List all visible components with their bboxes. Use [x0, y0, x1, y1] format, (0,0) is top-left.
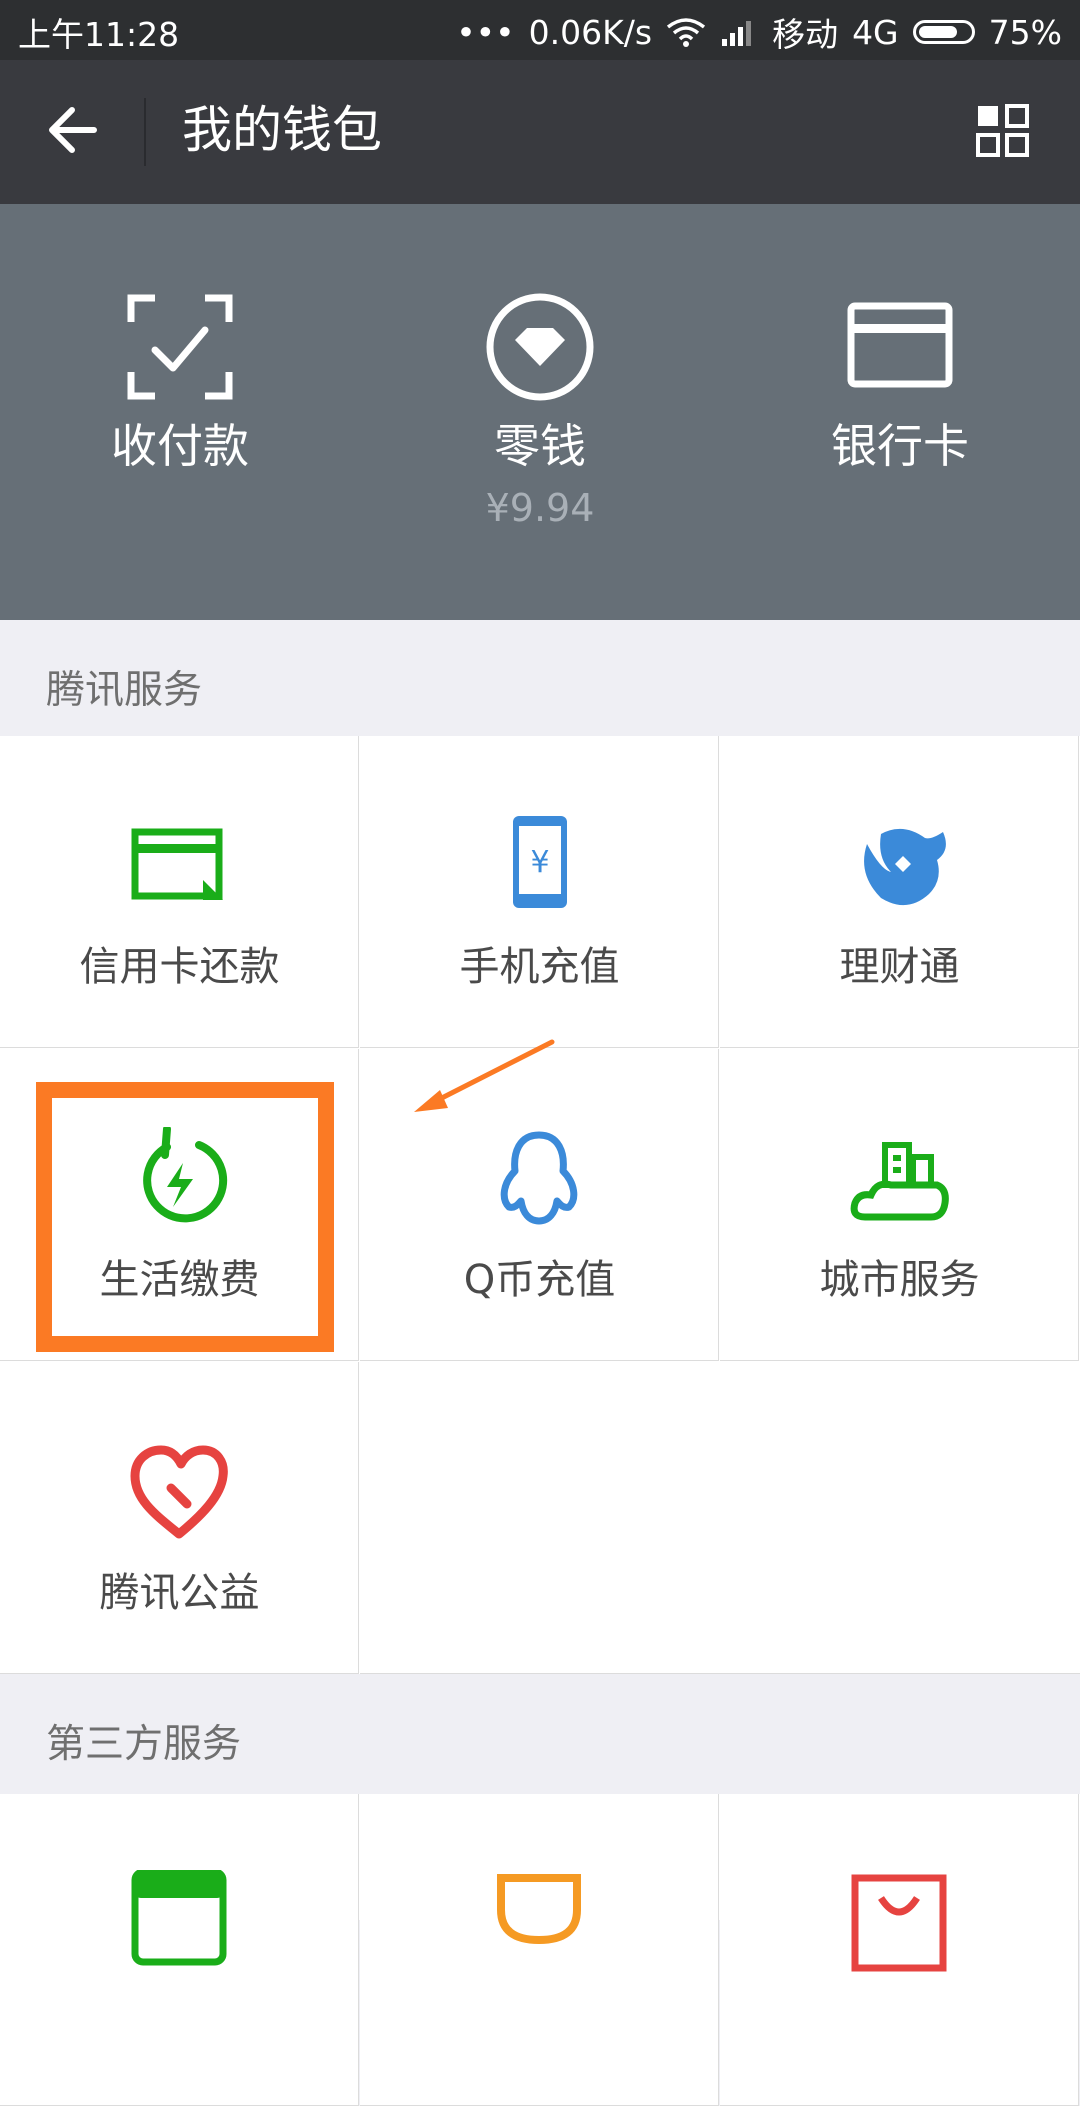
change-label: 零钱: [494, 419, 586, 473]
carrier-name: 移动: [772, 15, 839, 54]
change-button[interactable]: 零钱 ¥9.94: [360, 204, 720, 620]
app-bar-divider: [144, 98, 146, 166]
svg-text:¥: ¥: [530, 845, 549, 880]
service-wealth[interactable]: 理财通: [720, 736, 1079, 1048]
service-charity[interactable]: 腾讯公益: [0, 1362, 359, 1674]
service-third-party-3[interactable]: [720, 1794, 1079, 2106]
third-party-grid: [0, 1794, 1080, 2106]
service-city[interactable]: 城市服务: [720, 1049, 1079, 1361]
status-bar: 上午11:28 ••• 0.06K/s 移动 4G 75%: [0, 0, 1080, 60]
service-label: 手机充值: [459, 944, 620, 990]
back-arrow-icon[interactable]: [44, 100, 104, 160]
status-time: 上午11:28: [18, 15, 180, 54]
change-amount: ¥9.94: [485, 486, 595, 530]
heart-icon: [130, 1445, 228, 1539]
notification-dots: •••: [456, 12, 515, 52]
wifi-icon: [666, 18, 706, 47]
service-label: 城市服务: [819, 1257, 980, 1303]
train-ticket-icon: [131, 1870, 227, 1966]
section-title-tencent: 腾讯服务: [46, 668, 203, 713]
city-cloud-icon: [850, 1142, 949, 1221]
bank-card-label: 银行卡: [831, 419, 969, 473]
fish-icon: [864, 828, 946, 906]
service-third-party-2[interactable]: [360, 1794, 719, 2106]
service-phone-topup[interactable]: ¥ 手机充值: [360, 736, 719, 1048]
credit-card-icon: [131, 828, 223, 900]
empty-cell: [360, 1362, 1080, 1674]
battery-level: 75%: [988, 12, 1062, 52]
pointer-arrow-icon: [414, 1039, 555, 1112]
shopping-bag-icon: [851, 1874, 947, 1972]
service-label: Q币充值: [463, 1257, 616, 1303]
section-title-third-party: 第三方服务: [46, 1722, 242, 1767]
bank-card-button[interactable]: 银行卡: [720, 204, 1080, 620]
battery-icon: [912, 20, 975, 44]
phone-yuan-icon: ¥: [513, 816, 567, 908]
penguin-icon: [500, 1131, 578, 1225]
card-icon: [847, 302, 953, 388]
highlight-box: [36, 1082, 334, 1352]
cup-icon: [497, 1874, 581, 1945]
service-label: 腾讯公益: [99, 1570, 260, 1616]
service-label: 信用卡还款: [79, 944, 280, 990]
service-third-party-1[interactable]: [0, 1794, 359, 2106]
app-bar: 我的钱包: [0, 60, 1080, 204]
status-right: ••• 0.06K/s 移动 4G 75%: [456, 8, 1062, 56]
service-credit-card-repay[interactable]: 信用卡还款: [0, 736, 359, 1048]
page-title: 我的钱包: [182, 101, 382, 159]
scan-check-icon: [127, 294, 233, 400]
receive-payment-label: 收付款: [111, 419, 249, 473]
wallet-hero: 收付款 零钱 ¥9.94 银行卡: [0, 204, 1080, 620]
network-speed: 0.06K/s: [528, 12, 653, 52]
signal-icon: [722, 21, 752, 46]
service-label: 理财通: [839, 944, 960, 990]
grid-menu-icon[interactable]: [974, 102, 1034, 162]
receive-payment-button[interactable]: 收付款: [0, 204, 360, 620]
diamond-circle-icon: [486, 293, 594, 401]
network-type: 4G: [852, 12, 899, 52]
